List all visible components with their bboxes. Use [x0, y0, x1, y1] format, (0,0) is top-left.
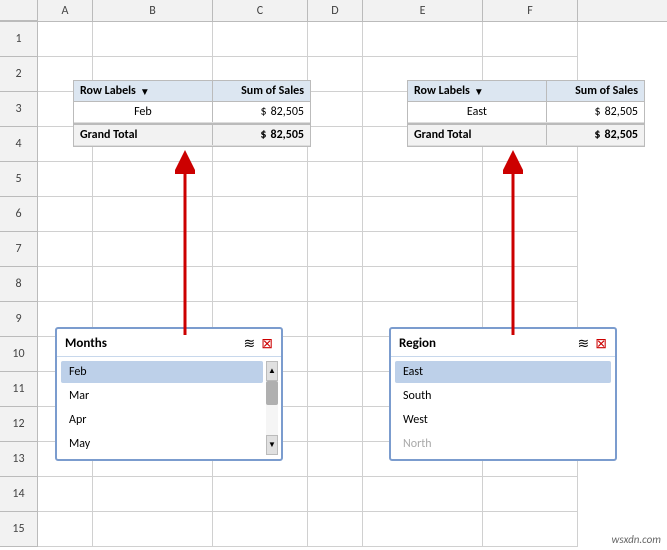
col-header-a: A	[38, 0, 93, 21]
grid-row	[38, 232, 667, 267]
grid-row	[38, 22, 667, 57]
row-num-6: 6	[0, 197, 38, 232]
row-num-10: 10	[0, 337, 38, 372]
pivot-table-right: Row Labels ▼ Sum of Sales East $ 82,505 …	[407, 80, 645, 147]
row-num-3: 3	[0, 92, 38, 127]
slicer-months-items: Feb Mar Apr May ▲ ▼	[57, 357, 281, 459]
row-num-7: 7	[0, 232, 38, 267]
grid-row	[38, 162, 667, 197]
slicer-months[interactable]: Months ≋ ⊠ Feb Mar Apr May ▲ ▼	[55, 327, 283, 461]
grid-row	[38, 197, 667, 232]
slicer-region[interactable]: Region ≋ ⊠ East South West North	[389, 327, 617, 461]
row-num-1: 1	[0, 22, 38, 57]
row-num-4: 4	[0, 127, 38, 162]
pivot-value-grand-total-right: $ 82,505	[547, 125, 644, 145]
slicer-item-may[interactable]: May	[61, 433, 263, 455]
watermark: wsxdn.com	[612, 533, 661, 546]
slicer-region-multiselect-icon[interactable]: ≋	[578, 335, 590, 352]
scroll-down-arrow[interactable]: ▼	[266, 435, 278, 455]
row-num-8: 8	[0, 267, 38, 302]
filter-icon-left[interactable]: ▼	[140, 85, 150, 98]
slicer-region-clear-filter-icon[interactable]: ⊠	[595, 335, 607, 352]
scroll-thumb	[266, 381, 278, 405]
grid-cell	[38, 22, 93, 57]
pivot-data-row-left-feb: Feb $ 82,505	[74, 102, 310, 123]
slicer-months-icons: ≋ ⊠	[244, 335, 273, 352]
corner-cell	[0, 0, 38, 21]
col-header-b: B	[93, 0, 213, 21]
grid-cell	[363, 22, 483, 57]
slicer-item-feb[interactable]: Feb	[61, 361, 263, 383]
slicer-item-west[interactable]: West	[395, 409, 611, 431]
slicer-item-east[interactable]: East	[395, 361, 611, 383]
spreadsheet: A B C D E F 1 2 3 4 5 6 7 8 9 10 11 12 1…	[0, 0, 667, 550]
slicer-region-items: East South West North	[391, 357, 615, 459]
slicer-months-title: Months	[65, 336, 107, 351]
grid-row	[38, 512, 667, 547]
slicer-scrollbar-months[interactable]: ▲ ▼	[266, 361, 278, 455]
filter-icon-right[interactable]: ▼	[474, 85, 484, 98]
slicer-region-title: Region	[399, 336, 436, 351]
grid-cell	[308, 22, 363, 57]
pivot-label-east: East	[408, 102, 547, 122]
slicer-item-apr[interactable]: Apr	[61, 409, 263, 431]
pivot-header-left: Row Labels ▼ Sum of Sales	[74, 81, 310, 102]
slicer-region-icons: ≋ ⊠	[578, 335, 607, 352]
pivot-value-feb: $ 82,505	[213, 102, 310, 122]
pivot-col1-header-right: Row Labels ▼	[408, 81, 547, 101]
slicer-multiselect-icon[interactable]: ≋	[244, 335, 256, 352]
grid-cell	[213, 22, 308, 57]
slicer-months-header: Months ≋ ⊠	[57, 329, 281, 357]
row-num-15: 15	[0, 512, 38, 547]
row-num-11: 11	[0, 372, 38, 407]
slicer-item-mar[interactable]: Mar	[61, 385, 263, 407]
pivot-col1-header-left: Row Labels ▼	[74, 81, 213, 101]
scroll-track	[266, 381, 278, 435]
row-num-12: 12	[0, 407, 38, 442]
pivot-label-feb: Feb	[74, 102, 213, 122]
row-num-2: 2	[0, 57, 38, 92]
pivot-col2-header-left: Sum of Sales	[213, 81, 310, 101]
col-header-c: C	[213, 0, 308, 21]
pivot-value-east: $ 82,505	[547, 102, 644, 122]
col-header-e: E	[363, 0, 483, 21]
pivot-label-grand-total-left: Grand Total	[74, 125, 213, 145]
pivot-value-grand-total-left: $ 82,505	[213, 125, 310, 145]
slicer-region-header: Region ≋ ⊠	[391, 329, 615, 357]
pivot-header-right: Row Labels ▼ Sum of Sales	[408, 81, 644, 102]
grid-cell	[93, 22, 213, 57]
slicer-item-south[interactable]: South	[395, 385, 611, 407]
column-header-row: A B C D E F	[0, 0, 667, 22]
grid-row	[38, 477, 667, 512]
row-numbers: 1 2 3 4 5 6 7 8 9 10 11 12 13 14 15	[0, 22, 38, 547]
scroll-up-arrow[interactable]: ▲	[266, 361, 278, 381]
col-header-f: F	[483, 0, 578, 21]
row-num-13: 13	[0, 442, 38, 477]
pivot-table-left: Row Labels ▼ Sum of Sales Feb $ 82,505 G…	[73, 80, 311, 147]
grid-row	[38, 267, 667, 302]
col-header-d: D	[308, 0, 363, 21]
pivot-col2-header-right: Sum of Sales	[547, 81, 644, 101]
row-num-14: 14	[0, 477, 38, 512]
pivot-grand-total-left: Grand Total $ 82,505	[74, 123, 310, 146]
pivot-grand-total-right: Grand Total $ 82,505	[408, 123, 644, 146]
row-num-5: 5	[0, 162, 38, 197]
row-num-9: 9	[0, 302, 38, 337]
slicer-clear-filter-icon[interactable]: ⊠	[261, 335, 273, 352]
grid-cell	[483, 22, 578, 57]
slicer-item-north[interactable]: North	[395, 433, 611, 455]
pivot-label-grand-total-right: Grand Total	[408, 125, 547, 145]
pivot-data-row-right-east: East $ 82,505	[408, 102, 644, 123]
